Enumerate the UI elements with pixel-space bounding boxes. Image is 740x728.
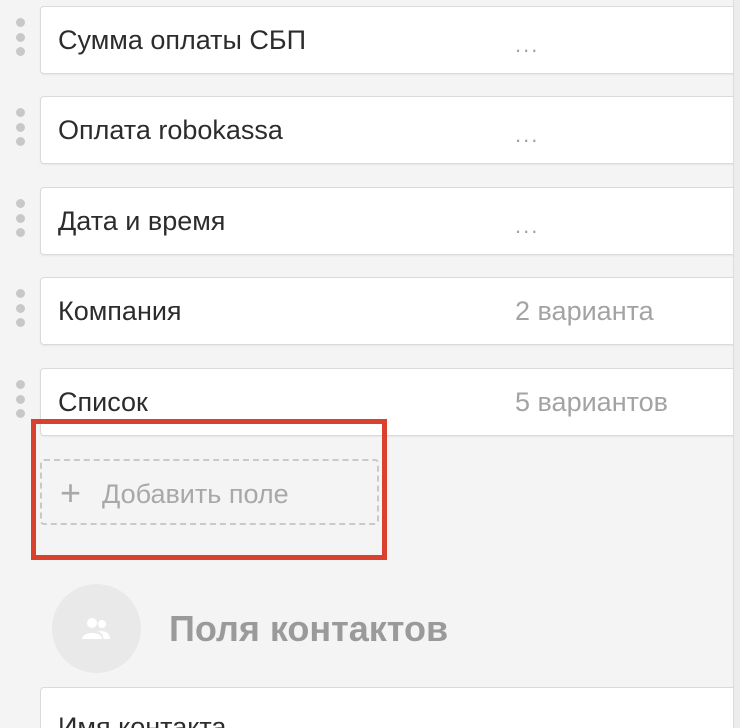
plus-icon: +: [60, 472, 82, 513]
field-card[interactable]: Компания 2 варианта: [40, 277, 740, 345]
drag-handle-icon[interactable]: [15, 18, 25, 56]
field-value: 5 вариантов: [515, 387, 669, 417]
field-row: Дата и время ...: [0, 181, 740, 255]
field-name: Оплата robokassa: [58, 115, 283, 145]
add-field-label: Добавить поле: [102, 479, 289, 509]
field-row: Компания 2 варианта: [0, 271, 740, 345]
drag-handle-icon[interactable]: [15, 289, 25, 327]
field-name: Сумма оплаты СБП: [58, 25, 307, 55]
scroll-edge: [733, 0, 740, 728]
drag-handle-icon[interactable]: [15, 108, 25, 146]
field-name: Компания: [58, 296, 182, 326]
field-row: Список 5 вариантов: [0, 362, 740, 436]
field-card[interactable]: Имя контакта: [40, 687, 740, 728]
field-card[interactable]: Оплата robokassa ...: [40, 96, 740, 164]
add-field-button[interactable]: + Добавить поле: [40, 459, 379, 525]
field-row: Оплата robokassa ...: [0, 90, 740, 164]
field-value: 2 варианта: [515, 296, 654, 326]
field-card[interactable]: Сумма оплаты СБП ...: [40, 6, 740, 74]
field-name: Дата и время: [58, 206, 226, 236]
contacts-section-header: Поля контактов: [52, 584, 652, 674]
field-value: ...: [515, 122, 540, 147]
section-title: Поля контактов: [169, 608, 449, 649]
fields-settings-panel: Сумма оплаты СБП ... Оплата robokassa ..…: [0, 0, 740, 728]
field-name: Список: [58, 387, 148, 417]
field-name: Имя контакта: [58, 712, 227, 728]
field-value: ...: [515, 213, 540, 238]
users-icon: [52, 584, 141, 673]
field-row: Сумма оплаты СБП ...: [0, 0, 740, 74]
drag-handle-icon[interactable]: [15, 199, 25, 237]
drag-handle-icon[interactable]: [15, 380, 25, 418]
field-card[interactable]: Дата и время ...: [40, 187, 740, 255]
field-card[interactable]: Список 5 вариантов: [40, 368, 740, 436]
field-value: ...: [515, 32, 540, 57]
